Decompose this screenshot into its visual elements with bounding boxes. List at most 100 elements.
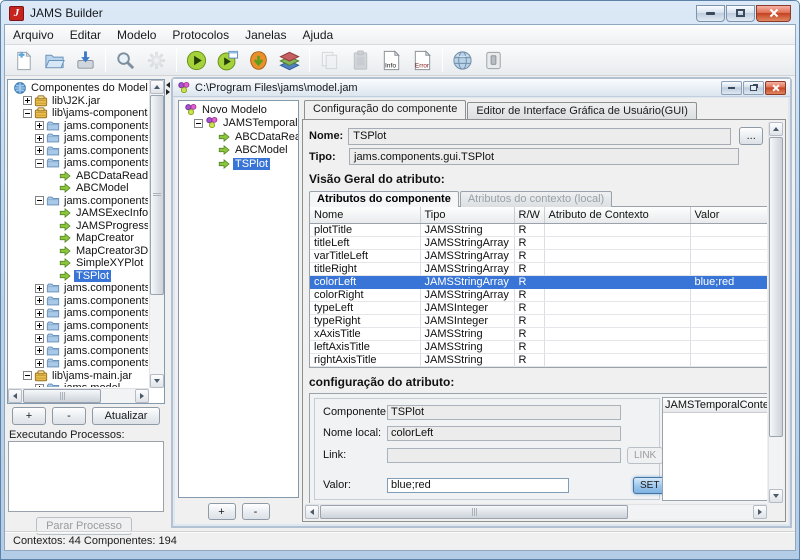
- config-hscrollbar[interactable]: [305, 504, 767, 519]
- tree-node[interactable]: ABCModel: [9, 182, 148, 195]
- scroll-left-button[interactable]: [305, 505, 319, 519]
- expand-icon[interactable]: [35, 134, 44, 143]
- tab-configuracao-componente[interactable]: Configuração do componente: [304, 100, 466, 119]
- new-model-button[interactable]: [9, 47, 38, 74]
- tree-node[interactable]: ABCDataReader: [9, 170, 148, 183]
- menu-janelas[interactable]: Janelas: [237, 26, 294, 44]
- tree-node[interactable]: Componentes do Modelo: [9, 82, 148, 95]
- column-header-nome[interactable]: Nome: [310, 207, 420, 223]
- component-remove-button[interactable]: -: [52, 407, 86, 425]
- run-model-gui-button[interactable]: [213, 47, 242, 74]
- scroll-right-button[interactable]: [753, 505, 767, 519]
- menu-modelo[interactable]: Modelo: [109, 26, 164, 44]
- close-button[interactable]: [756, 5, 791, 22]
- collapse-icon[interactable]: [194, 119, 203, 128]
- web-button[interactable]: [448, 47, 477, 74]
- scroll-up-button[interactable]: [769, 122, 783, 136]
- table-row[interactable]: rightAxisTitleJAMSStringR: [310, 353, 767, 366]
- tree-node[interactable]: lib\J2K.jar: [9, 95, 148, 108]
- maximize-button[interactable]: [726, 5, 755, 22]
- model-frame-titlebar[interactable]: C:\Program Files\jams\model.jam: [173, 79, 790, 97]
- vscrollbar-thumb[interactable]: [769, 137, 783, 437]
- menu-editar[interactable]: Editar: [62, 26, 109, 44]
- refresh-button[interactable]: Atualizar: [92, 407, 160, 425]
- tree-node[interactable]: JAMSProgress: [9, 220, 148, 233]
- table-row[interactable]: typeLeftJAMSIntegerR: [310, 301, 767, 314]
- frame-minimize-button[interactable]: [721, 81, 742, 95]
- table-row[interactable]: colorRightJAMSStringArrayR: [310, 288, 767, 301]
- tree-node[interactable]: JAMSTemporalContext: [180, 117, 297, 131]
- tree-node[interactable]: ABCDataReader: [180, 130, 297, 144]
- column-header-valor[interactable]: Valor: [690, 207, 767, 223]
- tree-node[interactable]: Novo Modelo: [180, 103, 297, 117]
- expand-icon[interactable]: [35, 321, 44, 330]
- table-row[interactable]: titleRightJAMSStringArrayR: [310, 262, 767, 275]
- expand-icon[interactable]: [35, 121, 44, 130]
- collapse-icon[interactable]: [23, 371, 32, 380]
- collapse-icon[interactable]: [35, 196, 44, 205]
- scroll-down-button[interactable]: [769, 489, 783, 503]
- expand-icon[interactable]: [35, 346, 44, 355]
- collapse-icon[interactable]: [23, 109, 32, 118]
- open-model-button[interactable]: [40, 47, 69, 74]
- tree-node[interactable]: ABCModel: [180, 144, 297, 158]
- tree-node[interactable]: lib\jams-components.jar: [9, 107, 148, 120]
- tree-node[interactable]: TSPlot: [9, 270, 148, 283]
- error-log-button[interactable]: Error: [408, 47, 437, 74]
- minimize-button[interactable]: [696, 5, 725, 22]
- column-header-atributo-de-contexto[interactable]: Atributo de Contexto: [544, 207, 690, 223]
- tree-node[interactable]: MapCreator3D: [9, 245, 148, 258]
- components-tree-vscrollbar[interactable]: [149, 80, 164, 388]
- tree-node[interactable]: jams.components.dem: [9, 157, 148, 170]
- expand-icon[interactable]: [35, 309, 44, 318]
- table-row[interactable]: varTitleLeftJAMSStringArrayR: [310, 249, 767, 262]
- vscrollbar-thumb[interactable]: [150, 95, 164, 295]
- nome-field[interactable]: TSPlot: [348, 128, 731, 145]
- tree-node[interactable]: jams.components.opti: [9, 320, 148, 333]
- table-row[interactable]: leftAxisTitleJAMSStringR: [310, 340, 767, 353]
- tipo-field[interactable]: jams.components.gui.TSPlot: [349, 148, 739, 165]
- tree-node[interactable]: jams.components.agg: [9, 120, 148, 133]
- component-add-button[interactable]: +: [12, 407, 46, 425]
- save-model-button[interactable]: [71, 47, 100, 74]
- frame-restore-button[interactable]: [743, 81, 764, 95]
- tree-node[interactable]: SimpleXYPlot: [9, 257, 148, 270]
- tree-node[interactable]: JAMSExecInfo: [9, 207, 148, 220]
- table-row[interactable]: titleLeftJAMSStringArrayR: [310, 236, 767, 249]
- valor-field[interactable]: blue;red: [387, 478, 569, 493]
- hscrollbar-thumb[interactable]: [23, 389, 101, 403]
- menu-arquivo[interactable]: Arquivo: [5, 26, 62, 44]
- tree-node[interactable]: MapCreator: [9, 232, 148, 245]
- table-row[interactable]: plotTitleJAMSStringR: [310, 223, 767, 236]
- model-remove-button[interactable]: -: [242, 503, 270, 520]
- frame-close-button[interactable]: [765, 81, 786, 95]
- hscrollbar-thumb[interactable]: [320, 505, 628, 519]
- model-add-button[interactable]: +: [208, 503, 236, 520]
- table-row[interactable]: typeRightJAMSIntegerR: [310, 314, 767, 327]
- components-tree-hscrollbar[interactable]: [8, 388, 149, 403]
- tree-node[interactable]: jams.components.deb: [9, 145, 148, 158]
- table-row[interactable]: xAxisTitleJAMSStringR: [310, 327, 767, 340]
- config-vscrollbar[interactable]: [768, 122, 783, 503]
- title-bar[interactable]: J JAMS Builder: [2, 2, 798, 24]
- tree-node[interactable]: jams.components.io: [9, 295, 148, 308]
- tab-editor-gui[interactable]: Editor de Interface Gráfica de Usuário(G…: [467, 102, 697, 119]
- expand-icon[interactable]: [35, 384, 44, 387]
- expand-icon[interactable]: [35, 284, 44, 293]
- tree-node[interactable]: jams.components.mac: [9, 307, 148, 320]
- collapse-left-icon[interactable]: [166, 82, 170, 88]
- tab-atributos-componente[interactable]: Atributos do componente: [309, 191, 459, 207]
- device-button[interactable]: [479, 47, 508, 74]
- context-list-header[interactable]: JAMSTemporalContext: [663, 398, 767, 413]
- map-layers-button[interactable]: [275, 47, 304, 74]
- expand-icon[interactable]: [35, 359, 44, 368]
- menu-protocolos[interactable]: Protocolos: [164, 26, 237, 44]
- expand-icon[interactable]: [35, 146, 44, 155]
- table-row[interactable]: colorLeftJAMSStringArrayRblue;red: [310, 275, 767, 288]
- expand-icon[interactable]: [35, 296, 44, 305]
- tree-node[interactable]: jams.components.opti: [9, 332, 148, 345]
- tree-node[interactable]: jams.components.regi: [9, 345, 148, 358]
- run-model-button[interactable]: [182, 47, 211, 74]
- info-log-button[interactable]: Info: [377, 47, 406, 74]
- tree-node[interactable]: jams.components.con: [9, 132, 148, 145]
